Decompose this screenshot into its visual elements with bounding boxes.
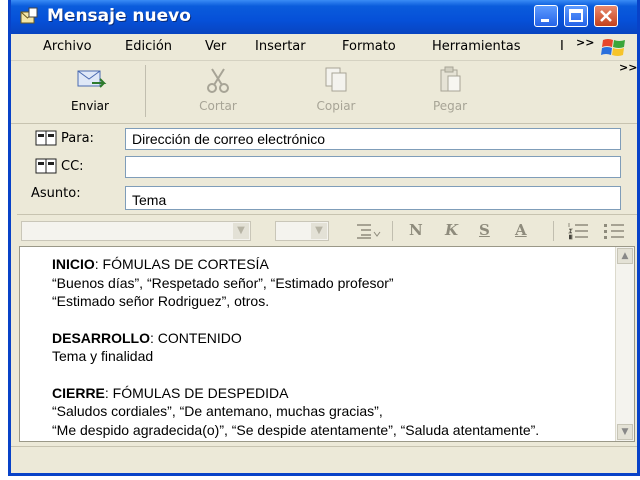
send-button[interactable]: Enviar: [55, 65, 125, 117]
menu-truncated[interactable]: I: [560, 39, 564, 54]
menu-bar: Archivo Edición Ver Insertar Formato Her…: [11, 34, 637, 61]
inicio-heading-rest: : FÓMULAS DE CORTESÍA: [94, 256, 269, 272]
copy-label: Copiar: [316, 99, 356, 113]
windows-logo-icon: [601, 39, 625, 56]
format-toolbar: ▼ ▼ N K S A: [17, 214, 637, 245]
toolbar: Enviar Cortar Copiar Pegar >>: [11, 61, 637, 124]
cc-label: CC:: [61, 159, 84, 174]
menu-ver[interactable]: Ver: [205, 39, 226, 54]
inicio-line: “Buenos días”, “Respetado señor”, “Estim…: [52, 274, 394, 291]
minimize-button[interactable]: [534, 5, 558, 27]
maximize-button[interactable]: [564, 5, 588, 27]
cierre-heading: CIERRE: [52, 384, 105, 401]
copy-icon: [325, 67, 347, 92]
cut-label: Cortar: [199, 99, 237, 113]
message-text: INICIO: FÓMULAS DE CORTESÍA “Buenos días…: [52, 255, 539, 439]
send-icon: [77, 70, 107, 88]
bullet-list-icon[interactable]: [603, 222, 625, 240]
scroll-up-button[interactable]: ▲: [617, 248, 633, 264]
paragraph-style-icon[interactable]: [355, 222, 381, 240]
minimize-icon: [541, 19, 549, 22]
close-button[interactable]: [594, 5, 618, 27]
copy-button[interactable]: Copiar: [301, 65, 371, 117]
underline-button[interactable]: S: [479, 221, 490, 239]
inicio-heading: INICIO: [52, 256, 95, 272]
cierre-line: “Saludos cordiales”, “De antemano, mucha…: [52, 403, 383, 419]
desktop-edge: [0, 0, 8, 480]
message-body[interactable]: INICIO: FÓMULAS DE CORTESÍA “Buenos días…: [19, 246, 635, 442]
chevron-down-icon: ▼: [311, 223, 327, 239]
scroll-down-button[interactable]: ▼: [617, 424, 633, 440]
paste-icon: [440, 66, 461, 92]
italic-button[interactable]: K: [445, 221, 458, 239]
vertical-scrollbar[interactable]: ▲ ▼: [615, 247, 634, 441]
toolbar-divider: [145, 65, 146, 117]
paste-button[interactable]: Pegar: [415, 65, 485, 117]
cierre-line: “Me despido agradecida(o)”, “Se despide …: [52, 421, 540, 438]
desarrollo-heading: DESARROLLO: [52, 329, 150, 346]
cc-field[interactable]: [125, 156, 621, 178]
close-icon: [600, 10, 612, 22]
chevron-down-icon: ▼: [233, 223, 249, 239]
new-message-icon: [20, 7, 38, 24]
menu-herramientas[interactable]: Herramientas: [432, 39, 521, 54]
menu-overflow-chevron[interactable]: >>: [576, 36, 594, 49]
message-header: Para: Dirección de correo electrónico CC…: [11, 124, 637, 210]
font-name-dropdown[interactable]: ▼: [21, 221, 251, 241]
window-title: Mensaje nuevo: [47, 6, 191, 26]
send-label: Enviar: [71, 99, 109, 113]
menu-archivo[interactable]: Archivo: [43, 39, 92, 54]
cut-button[interactable]: Cortar: [183, 65, 253, 117]
desarrollo-heading-rest: : CONTENIDO: [150, 329, 242, 346]
menu-edicion[interactable]: Edición: [125, 39, 172, 54]
inicio-line: “Estimado señor Rodriguez”, otros.: [52, 293, 270, 309]
menu-formato[interactable]: Formato: [342, 39, 396, 54]
toolbar-overflow-chevron[interactable]: >>: [619, 61, 637, 74]
menu-insertar[interactable]: Insertar: [255, 39, 306, 54]
scissors-icon: [207, 68, 229, 93]
address-book-icon[interactable]: [35, 130, 57, 146]
font-color-button[interactable]: A: [515, 221, 527, 239]
format-divider: [392, 221, 393, 241]
font-size-dropdown[interactable]: ▼: [275, 221, 329, 241]
compose-window: Mensaje nuevo Archivo Edición Ver Insert…: [8, 0, 640, 476]
format-divider: [553, 221, 554, 241]
subject-field[interactable]: Tema: [125, 186, 621, 210]
address-book-icon[interactable]: [35, 158, 57, 174]
paste-label: Pegar: [432, 99, 468, 113]
to-label: Para:: [61, 131, 94, 146]
bold-button[interactable]: N: [409, 221, 423, 239]
status-bar: [11, 446, 637, 471]
title-bar[interactable]: Mensaje nuevo: [11, 0, 637, 34]
cierre-heading-rest: : FÓMULAS DE DESPEDIDA: [104, 384, 289, 401]
to-field[interactable]: Dirección de correo electrónico: [125, 128, 621, 150]
maximize-icon: [569, 9, 583, 22]
numbered-list-icon[interactable]: [567, 222, 589, 240]
desarrollo-line: Tema y finalidad: [52, 348, 154, 364]
subject-label: Asunto:: [31, 186, 81, 201]
